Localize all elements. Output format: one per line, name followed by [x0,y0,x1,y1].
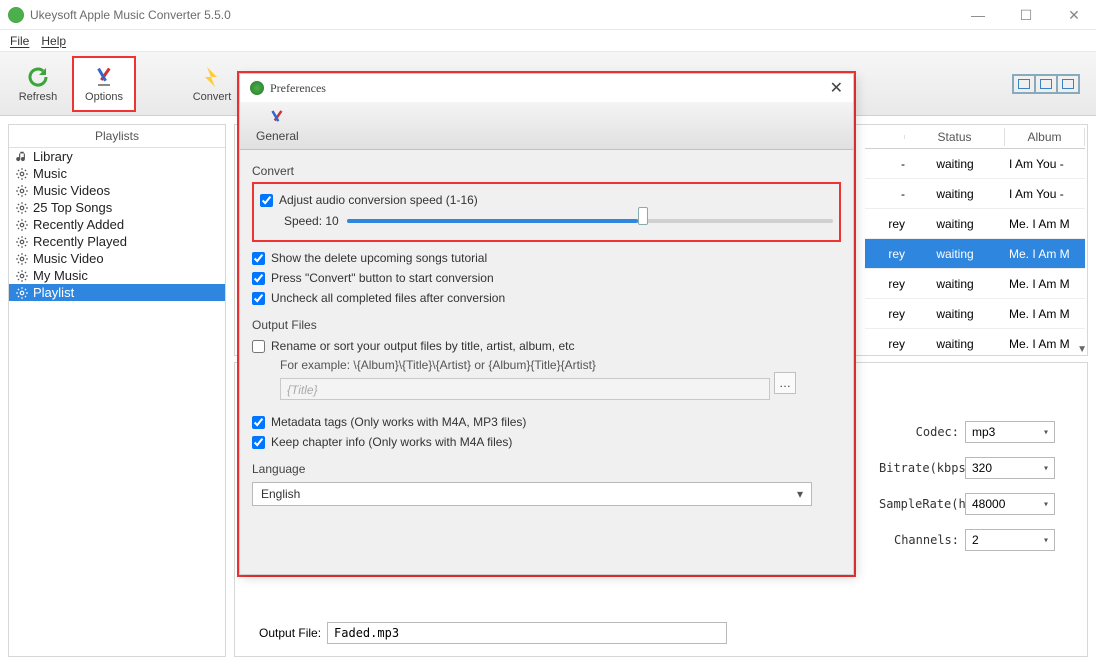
speed-value-label: Speed: 10 [284,214,339,228]
refresh-icon [26,65,50,89]
rename-browse-button[interactable]: … [774,372,796,394]
col-album[interactable]: Album [1005,128,1085,146]
playlists-header: Playlists [9,125,225,148]
close-button[interactable]: ✕ [1060,8,1088,22]
options-icon [92,65,116,89]
channels-select[interactable]: 2 [965,529,1055,551]
pref-close-button[interactable]: ✕ [830,78,843,98]
rename-example: For example: \{Album}\{Title}\{Artist} o… [252,358,841,372]
refresh-button[interactable]: Refresh [6,56,70,112]
options-button[interactable]: Options [72,56,136,112]
pref-icon [250,81,264,95]
press-convert-checkbox[interactable] [252,272,265,285]
layout-toggle[interactable] [1012,74,1080,94]
table-row[interactable]: reywaitingMe. I Am M [865,209,1085,239]
app-title: Ukeysoft Apple Music Converter 5.5.0 [30,8,231,22]
bitrate-label: Bitrate(kbps): [879,461,959,475]
minimize-button[interactable]: — [964,8,992,22]
playlist-item-music-videos[interactable]: Music Videos [9,182,225,199]
gear-icon [15,252,29,266]
bitrate-select[interactable]: 320 [965,457,1055,479]
metadata-checkbox[interactable] [252,416,265,429]
codec-select[interactable]: mp3 [965,421,1055,443]
convert-icon [200,65,224,89]
gear-icon [15,167,29,181]
channels-label: Channels: [879,533,959,547]
playlist-item-library[interactable]: Library [9,148,225,165]
preferences-dialog: Preferences ✕ General Convert Adjust aud… [239,73,854,575]
show-tutorial-checkbox[interactable] [252,252,265,265]
gear-icon [15,201,29,215]
output-file-input[interactable] [327,622,727,644]
gear-icon [15,269,29,283]
maximize-button[interactable]: ☐ [1012,8,1040,22]
gear-icon [15,218,29,232]
gear-icon [15,235,29,249]
rename-pattern-input[interactable]: {Title} [280,378,770,400]
table-row[interactable]: reywaitingMe. I Am M [865,299,1085,329]
samplerate-select[interactable]: 48000 [965,493,1055,515]
playlists-panel: Playlists LibraryMusicMusic Videos25 Top… [8,124,226,657]
general-icon [266,108,288,128]
adjust-speed-checkbox[interactable] [260,194,273,207]
chapter-checkbox[interactable] [252,436,265,449]
speed-highlight: Adjust audio conversion speed (1-16) Spe… [252,182,841,242]
uncheck-completed-checkbox[interactable] [252,292,265,305]
outputfiles-section-label: Output Files [252,318,841,332]
table-row[interactable]: reywaitingMe. I Am M [865,269,1085,299]
codec-label: Codec: [879,425,959,439]
menu-file[interactable]: File [10,34,29,48]
language-section-label: Language [252,462,841,476]
playlist-item-25-top-songs[interactable]: 25 Top Songs [9,199,225,216]
output-file-label: Output File: [259,626,321,640]
menu-help[interactable]: Help [41,34,66,48]
playlist-item-playlist[interactable]: Playlist [9,284,225,301]
rename-checkbox[interactable] [252,340,265,353]
playlist-item-recently-added[interactable]: Recently Added [9,216,225,233]
convert-section-label: Convert [252,164,841,178]
speed-slider[interactable] [347,212,833,230]
convert-button[interactable]: Convert [180,56,244,112]
app-icon [8,7,24,23]
table-row[interactable]: -waitingI Am You - [865,149,1085,179]
menubar: File Help [0,30,1096,52]
table-row[interactable]: reywaitingMe. I Am M [865,239,1085,269]
gear-icon [15,184,29,198]
language-select[interactable]: English [252,482,812,506]
table-row[interactable]: reywaitingMe. I Am M [865,329,1085,356]
playlist-item-my-music[interactable]: My Music [9,267,225,284]
pref-tab-general[interactable]: General [250,106,305,145]
samplerate-label: SampleRate(hz): [879,497,959,511]
pref-title: Preferences [270,81,326,96]
playlist-item-music[interactable]: Music [9,165,225,182]
playlist-item-recently-played[interactable]: Recently Played [9,233,225,250]
scroll-indicator[interactable]: ▼ [1077,344,1087,355]
col-status[interactable]: Status [905,128,1005,146]
music-note-icon [15,150,29,164]
table-row[interactable]: -waitingI Am You - [865,179,1085,209]
adjust-speed-label: Adjust audio conversion speed (1-16) [279,193,478,207]
gear-icon [15,286,29,300]
titlebar: Ukeysoft Apple Music Converter 5.5.0 — ☐… [0,0,1096,30]
playlist-item-music-video[interactable]: Music Video [9,250,225,267]
